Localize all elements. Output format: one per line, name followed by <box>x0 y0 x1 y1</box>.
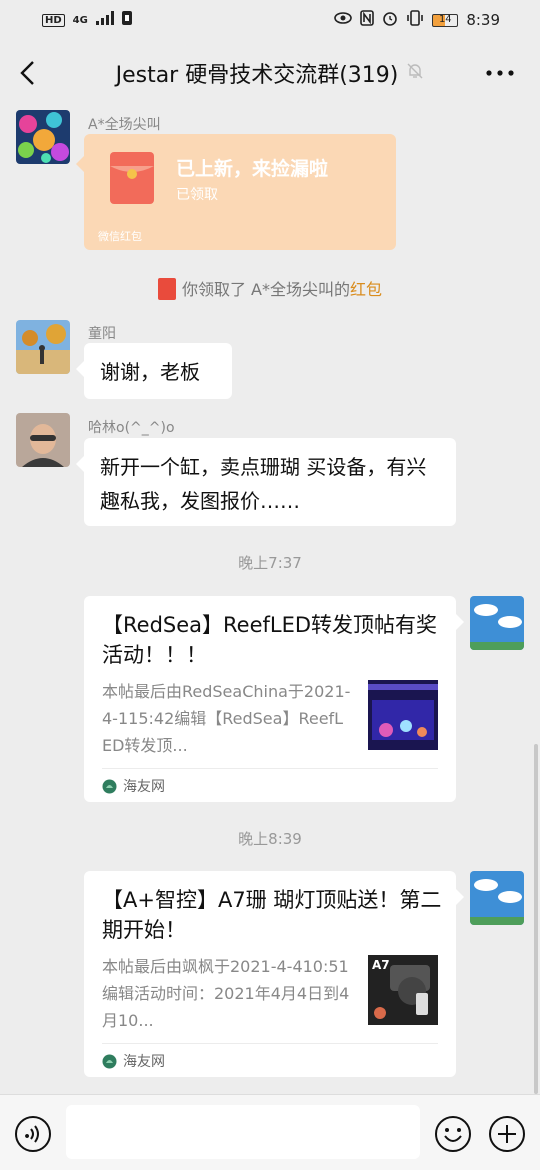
card-source: 海友网 <box>102 1051 165 1071</box>
avatar[interactable] <box>16 110 70 164</box>
timestamp: 晚上7:37 <box>238 554 302 572</box>
more-button[interactable] <box>484 58 516 88</box>
divider <box>102 768 438 769</box>
source-logo-icon <box>102 779 117 794</box>
voice-icon <box>15 1116 51 1152</box>
red-packet-icon <box>110 152 154 204</box>
sender-name: 童阳 <box>88 326 116 342</box>
more-functions-button[interactable] <box>488 1115 526 1153</box>
chat-title: Jestar 硬骨技术交流群(319) <box>115 63 399 88</box>
status-right: 14 8:39 <box>334 10 500 30</box>
red-packet-title: 已上新，来捡漏啦 <box>176 158 329 180</box>
source-name: 海友网 <box>123 1054 165 1070</box>
signal-icon <box>95 11 114 29</box>
card-source: 海友网 <box>102 776 165 796</box>
nfc-icon <box>360 10 375 30</box>
hd-icon: HD <box>42 13 65 27</box>
card-title: 【RedSea】ReefLED转发顶帖有奖活动！！！ <box>102 613 438 667</box>
emoji-button[interactable] <box>434 1115 472 1153</box>
red-packet-footer: 微信红包 <box>98 230 142 243</box>
avatar[interactable] <box>16 320 70 374</box>
card-thumbnail: A7 <box>368 955 438 1025</box>
card-thumbnail <box>368 680 438 750</box>
chat-title-wrap: Jestar 硬骨技术交流群(319) <box>116 57 425 89</box>
red-packet-small-icon <box>157 277 176 300</box>
avatar[interactable] <box>16 413 70 467</box>
plus-icon <box>489 1116 525 1152</box>
card-title: 【A+智控】A7珊 瑚灯顶贴送！第二期开始！ <box>102 888 442 942</box>
source-name: 海友网 <box>123 779 165 795</box>
more-dots-icon <box>486 70 514 76</box>
card-description: 本帖最后由飒枫于2021-4-410:51编辑活动时间：2021年4月4日到4月… <box>102 957 350 1030</box>
status-bar: HD 4G 14 8:39 <box>0 0 540 40</box>
self-avatar[interactable] <box>470 871 524 925</box>
clock: 8:39 <box>466 11 500 29</box>
card-description: 本帖最后由RedSeaChina于2021-4-115:42编辑【RedSea】… <box>102 682 351 755</box>
status-left: HD 4G <box>42 11 132 29</box>
text-message[interactable]: 谢谢，老板 <box>76 343 232 399</box>
network-label: 4G <box>72 14 88 26</box>
chevron-left-icon <box>20 61 34 85</box>
emoji-icon <box>435 1116 471 1152</box>
system-message: 你领取了 A*全场尖叫的红包 <box>0 276 540 302</box>
sender-name: 哈林o(^_^)o <box>88 420 175 436</box>
red-packet-status: 已领取 <box>176 187 218 203</box>
link-card[interactable]: 【A+智控】A7珊 瑚灯顶贴送！第二期开始！ 本帖最后由飒枫于2021-4-41… <box>84 871 464 1077</box>
source-logo-icon <box>102 1054 117 1069</box>
vibrate-icon <box>406 10 424 30</box>
system-text: 你领取了 A*全场尖叫的 <box>181 280 351 299</box>
input-bar <box>0 1094 540 1170</box>
self-avatar[interactable] <box>470 596 524 650</box>
eye-icon <box>334 11 353 29</box>
battery-icon: 14 <box>432 13 459 27</box>
red-packet-message[interactable]: 已上新，来捡漏啦 已领取 微信红包 <box>76 134 396 250</box>
link-card[interactable]: 【RedSea】ReefLED转发顶帖有奖活动！！！ 本帖最后由RedSeaCh… <box>84 596 464 802</box>
scrollbar[interactable] <box>534 744 538 1094</box>
red-packet-link[interactable]: 红包 <box>350 280 382 299</box>
divider <box>102 1043 438 1044</box>
alarm-icon <box>382 10 398 30</box>
message-input[interactable] <box>66 1105 420 1159</box>
timestamp: 晚上8:39 <box>238 830 302 848</box>
thumb-label: A7 <box>372 958 390 972</box>
text-message[interactable]: 新开一个缸，卖点珊瑚 买设备，有兴趣私我，发图报价…… <box>76 438 456 526</box>
back-button[interactable] <box>14 58 44 88</box>
chat-header: Jestar 硬骨技术交流群(319) <box>0 40 540 106</box>
mute-bell-icon <box>406 61 424 86</box>
sender-name: A*全场尖叫 <box>88 117 161 133</box>
sim-icon <box>121 11 132 29</box>
voice-button[interactable] <box>14 1115 52 1153</box>
